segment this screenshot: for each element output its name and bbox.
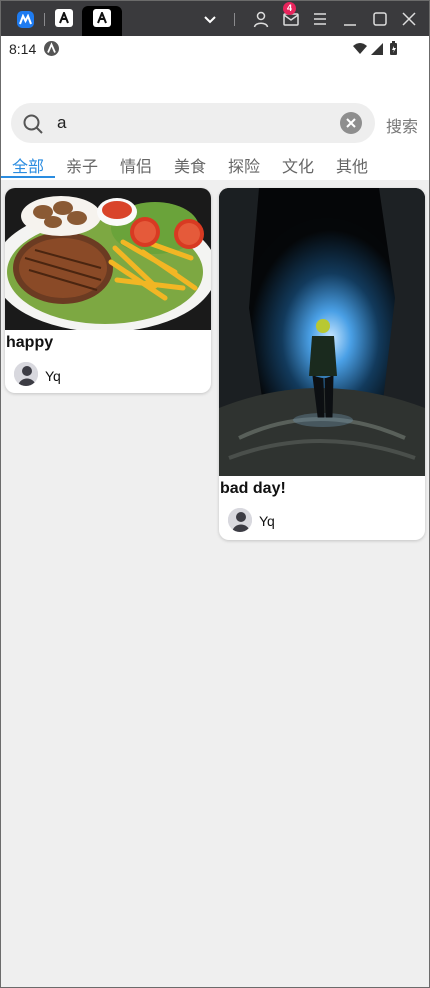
window-titlebar: 4 <box>0 0 430 36</box>
active-tab-indicator <box>1 176 55 178</box>
titlebar-divider <box>44 13 45 26</box>
tab-other[interactable]: 其他 <box>336 153 368 177</box>
category-tabs: 全部 亲子 情侣 美食 探险 文化 其他 <box>0 150 430 178</box>
signal-icon <box>371 43 383 55</box>
post-image <box>219 188 425 476</box>
post-feed: happy Yq bad day! Yq <box>0 180 430 988</box>
tab-food[interactable]: 美食 <box>174 153 206 177</box>
app-logo-icon[interactable] <box>17 11 34 28</box>
search-query[interactable]: a <box>57 113 66 133</box>
tab-adventure[interactable]: 探险 <box>228 153 260 177</box>
wifi-icon <box>353 43 367 54</box>
post-image <box>5 188 211 332</box>
avatar[interactable] <box>228 508 252 532</box>
maximize-icon[interactable] <box>371 10 389 28</box>
search-icon <box>23 114 43 134</box>
search-button[interactable]: 搜索 <box>386 113 418 137</box>
post-title: happy <box>6 334 54 351</box>
post-card[interactable]: happy Yq <box>5 188 211 393</box>
status-time: 8:14 <box>9 41 37 57</box>
close-icon[interactable] <box>400 10 418 28</box>
tab-couple[interactable]: 情侣 <box>120 153 152 177</box>
user-icon[interactable] <box>252 10 270 28</box>
tab-all[interactable]: 全部 <box>12 153 44 177</box>
window-tab-1[interactable] <box>55 9 73 27</box>
window-tab-2-active[interactable] <box>93 9 111 27</box>
author-name[interactable]: Yq <box>45 368 61 384</box>
status-bar: 8:14 <box>0 36 430 62</box>
notification-badge: 4 <box>283 2 296 15</box>
tab-family[interactable]: 亲子 <box>66 153 98 177</box>
author-name[interactable]: Yq <box>259 513 275 529</box>
menu-icon[interactable] <box>311 10 329 28</box>
clear-search-icon[interactable] <box>340 112 362 134</box>
post-title: bad day! <box>220 480 286 497</box>
tab-culture[interactable]: 文化 <box>282 153 314 177</box>
chevron-down-icon[interactable] <box>201 10 219 28</box>
notification-app-icon <box>44 41 59 56</box>
battery-icon <box>390 41 397 55</box>
search-input[interactable]: a <box>11 103 375 143</box>
avatar[interactable] <box>14 362 38 386</box>
minimize-icon[interactable] <box>341 10 359 28</box>
status-indicators <box>352 41 404 62</box>
titlebar-divider <box>234 13 235 26</box>
post-card[interactable]: bad day! Yq <box>219 188 425 540</box>
